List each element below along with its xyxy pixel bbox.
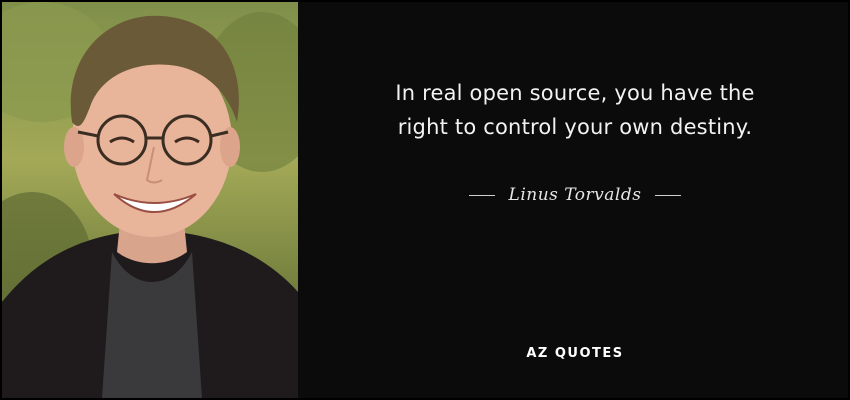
quote-line-2: right to control your own destiny. bbox=[397, 115, 753, 139]
quote-card: In real open source, you have the right … bbox=[0, 0, 850, 400]
right-dash bbox=[655, 194, 682, 196]
quote-line-1: In real open source, you have the bbox=[395, 81, 755, 105]
left-dash bbox=[468, 194, 495, 196]
portrait-photo bbox=[2, 2, 298, 398]
author-attribution: Linus Torvalds bbox=[302, 180, 848, 210]
azquotes-logo[interactable]: AZ QUOTES bbox=[302, 346, 848, 361]
quote-text: In real open source, you have the right … bbox=[302, 76, 848, 144]
portrait-illustration bbox=[2, 2, 298, 398]
author-name[interactable]: Linus Torvalds bbox=[509, 185, 642, 205]
